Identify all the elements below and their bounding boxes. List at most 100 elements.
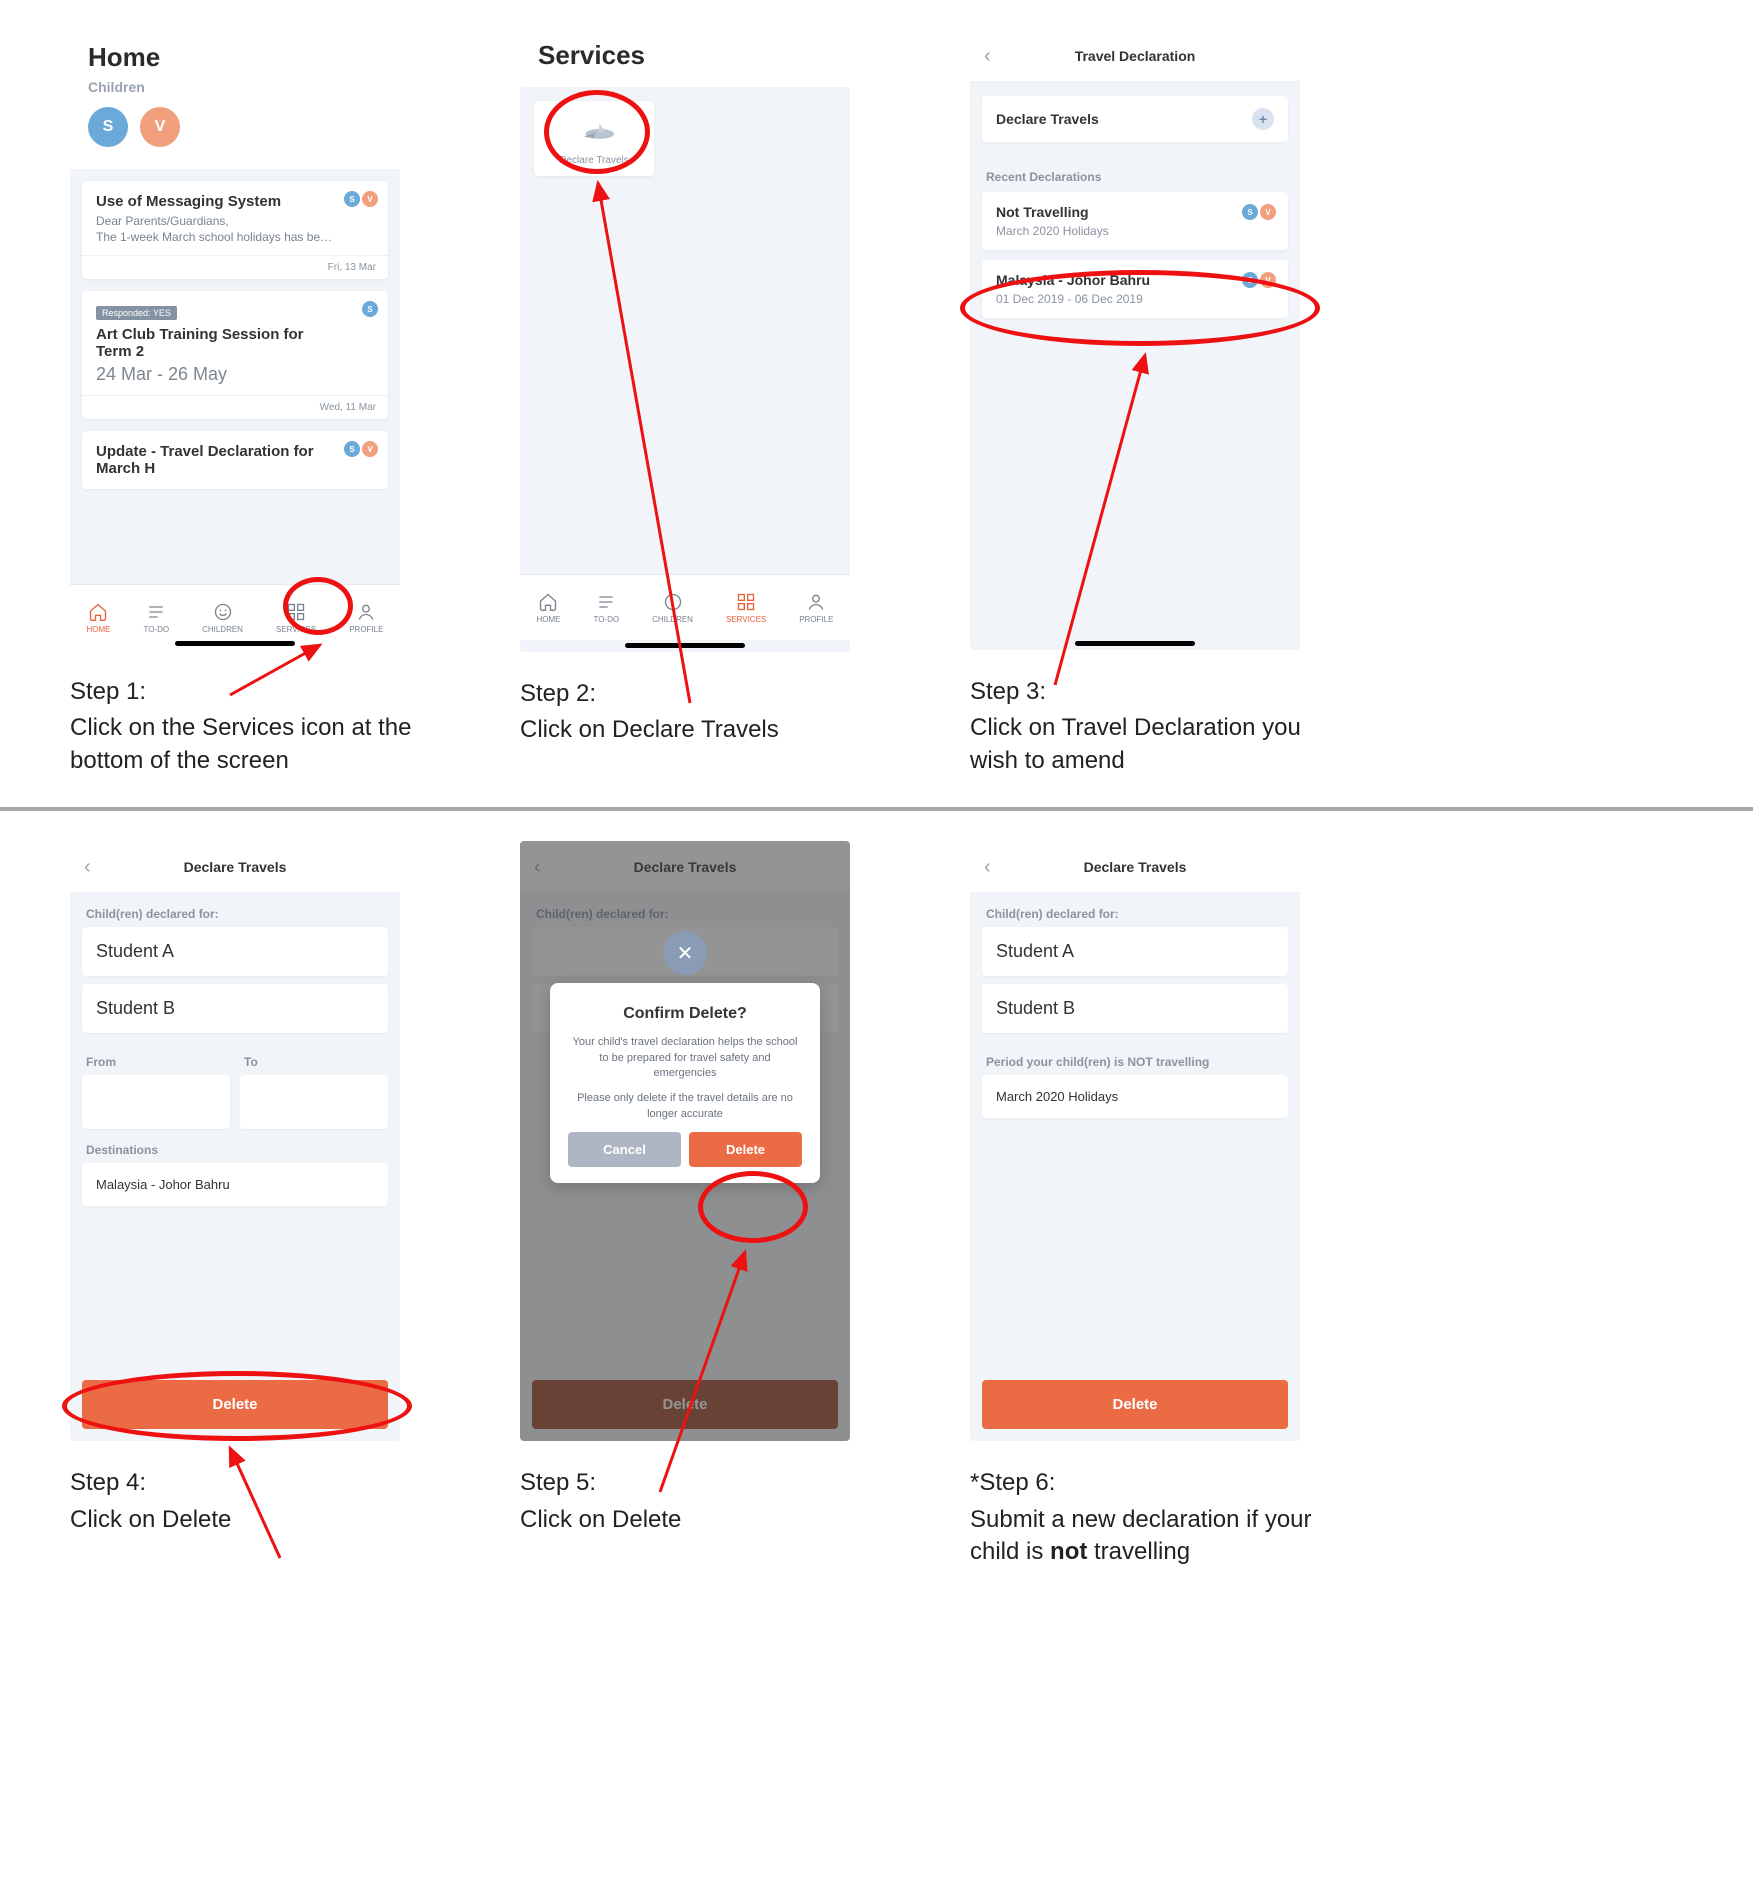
from-label: From (82, 1041, 230, 1075)
modal-text: Your child's travel declaration helps th… (568, 1035, 802, 1081)
step-instruction: Submit a new declaration if your child i… (970, 1504, 1330, 1569)
person-icon (355, 601, 377, 623)
period-field[interactable]: March 2020 Holidays (982, 1075, 1288, 1118)
delete-button[interactable]: Delete (982, 1380, 1288, 1429)
child-avatar-v[interactable]: V (140, 107, 180, 147)
row-title-label: Declare Travels (996, 111, 1099, 127)
back-button[interactable]: ‹ (984, 857, 991, 877)
row-subtitle: 01 Dec 2019 - 06 Dec 2019 (996, 292, 1274, 306)
card-body: Dear Parents/Guardians, The 1-week March… (96, 214, 374, 245)
page-title: Services (520, 30, 850, 87)
home-icon (87, 601, 109, 623)
delete-button[interactable]: Delete (82, 1380, 388, 1429)
step-instruction: Click on Delete (70, 1504, 430, 1536)
child-avatar-s[interactable]: S (88, 107, 128, 147)
announcement-card[interactable]: S V Use of Messaging System Dear Parents… (82, 181, 388, 279)
list-icon (145, 601, 167, 623)
step-number: Step 1: (70, 676, 430, 708)
row-avatar-s: S (1242, 272, 1258, 288)
tab-services[interactable]: SERVICES (276, 601, 316, 634)
tab-profile[interactable]: PROFILE (799, 591, 833, 624)
home-indicator (1075, 641, 1195, 646)
bottom-tabbar: HOME TO-DO CHILDREN SERVICES PROFILE (520, 574, 850, 640)
smile-icon (662, 591, 684, 613)
grid-icon (285, 601, 307, 623)
tab-children[interactable]: CHILDREN (202, 601, 243, 634)
row-title: Malaysia - Johor Bahru (996, 272, 1150, 288)
plus-icon[interactable]: + (1252, 108, 1274, 130)
home-icon (537, 591, 559, 613)
step-instruction: Click on Delete (520, 1504, 880, 1536)
close-icon[interactable]: ✕ (663, 931, 707, 975)
to-input[interactable] (240, 1075, 388, 1129)
card-avatar-s: S (362, 301, 378, 317)
destination-field[interactable]: Malaysia - Johor Bahru (82, 1163, 388, 1206)
step-number: *Step 6: (970, 1467, 1330, 1499)
nav-title: Declare Travels (1084, 859, 1187, 875)
field-label: Destinations (70, 1129, 400, 1163)
person-icon (805, 591, 827, 613)
cancel-button[interactable]: Cancel (568, 1132, 681, 1167)
student-field[interactable]: Student B (982, 984, 1288, 1033)
field-label: Child(ren) declared for: (70, 893, 400, 927)
event-card[interactable]: S Responded: YES Art Club Training Sessi… (82, 291, 388, 419)
card-avatar-v: V (362, 191, 378, 207)
student-field[interactable]: Student A (82, 927, 388, 976)
card-title: Update - Travel Declaration for March H (96, 443, 374, 477)
card-date: Wed, 11 Mar (82, 395, 388, 419)
step-number: Step 2: (520, 678, 880, 710)
row-subtitle: March 2020 Holidays (996, 224, 1274, 238)
step-number: Step 4: (70, 1467, 430, 1499)
back-button[interactable]: ‹ (984, 46, 991, 66)
declare-travels-tile[interactable]: Declare Travels (534, 101, 654, 176)
list-icon (595, 591, 617, 613)
from-input[interactable] (82, 1075, 230, 1129)
modal-text: Please only delete if the travel details… (568, 1091, 802, 1122)
back-button[interactable]: ‹ (84, 857, 91, 877)
step-instruction: Click on the Services icon at the bottom… (70, 712, 430, 777)
card-title: Use of Messaging System (96, 193, 374, 210)
announcement-card[interactable]: S V Update - Travel Declaration for Marc… (82, 431, 388, 489)
card-title: Art Club Training Session for Term 2 (96, 326, 374, 360)
card-avatar-v: V (362, 441, 378, 457)
row-avatar-v: V (1260, 272, 1276, 288)
tab-home[interactable]: HOME (86, 601, 110, 634)
card-date-range: 24 Mar - 26 May (96, 364, 374, 385)
row-avatar-v: V (1260, 204, 1276, 220)
row-avatar-s: S (1242, 204, 1258, 220)
delete-button[interactable]: Delete (689, 1132, 802, 1167)
tab-home[interactable]: HOME (536, 591, 560, 624)
confirm-delete-modal: Confirm Delete? Your child's travel decl… (550, 983, 820, 1183)
tile-label: Declare Travels (559, 155, 628, 166)
airplane-icon (571, 115, 617, 147)
section-header: Recent Declarations (970, 152, 1300, 192)
nav-title: Travel Declaration (1075, 48, 1196, 64)
responded-badge: Responded: YES (96, 306, 177, 320)
tab-todo[interactable]: TO-DO (593, 591, 619, 624)
row-title: Not Travelling (996, 204, 1089, 220)
step-number: Step 3: (970, 676, 1330, 708)
card-avatar-s: S (344, 191, 360, 207)
card-avatar-s: S (344, 441, 360, 457)
card-date: Fri, 13 Mar (82, 255, 388, 279)
declaration-row[interactable]: S V Not Travelling March 2020 Holidays (982, 192, 1288, 250)
step-instruction: Click on Declare Travels (520, 714, 880, 746)
home-indicator (175, 641, 295, 646)
declaration-row[interactable]: S V Malaysia - Johor Bahru 01 Dec 2019 -… (982, 260, 1288, 318)
step-instruction: Click on Travel Declaration you wish to … (970, 712, 1330, 777)
modal-overlay: ✕ Confirm Delete? Your child's travel de… (520, 841, 850, 1441)
declare-travels-button[interactable]: Declare Travels + (982, 96, 1288, 142)
field-label: Period your child(ren) is NOT travelling (970, 1041, 1300, 1075)
student-field[interactable]: Student A (982, 927, 1288, 976)
modal-title: Confirm Delete? (568, 1005, 802, 1023)
smile-icon (212, 601, 234, 623)
tab-todo[interactable]: TO-DO (143, 601, 169, 634)
home-indicator (625, 643, 745, 648)
student-field[interactable]: Student B (82, 984, 388, 1033)
tab-children[interactable]: CHILDREN (652, 591, 693, 624)
page-title: Home (88, 42, 382, 73)
tab-services[interactable]: SERVICES (726, 591, 766, 624)
tab-profile[interactable]: PROFILE (349, 601, 383, 634)
field-label: Child(ren) declared for: (970, 893, 1300, 927)
to-label: To (240, 1041, 388, 1075)
